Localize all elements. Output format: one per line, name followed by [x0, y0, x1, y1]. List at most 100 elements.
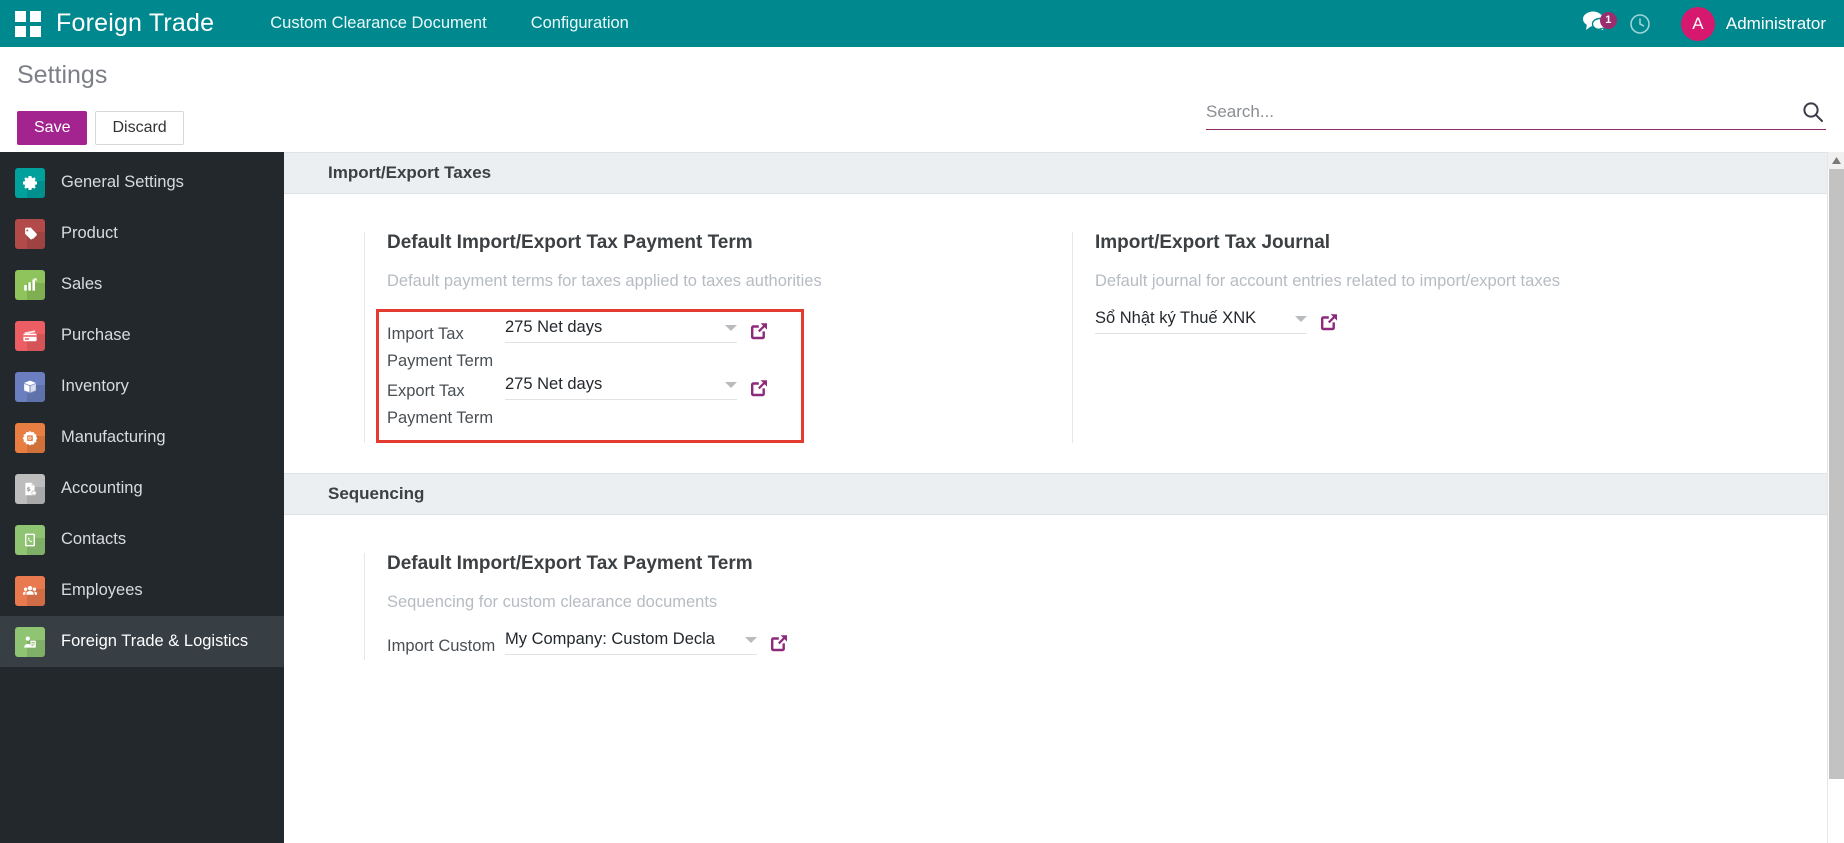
setting-col-default-tax-payment-term: Default Import/Export Tax Payment Term D… — [364, 232, 964, 443]
sidebar-item-manufacturing[interactable]: ⚙ Manufacturing — [0, 412, 284, 463]
invoice-dollar-icon: $ — [15, 473, 45, 504]
highlighted-fields-group: Import Tax Payment Term 275 Net days Exp… — [376, 309, 804, 443]
sidebar-item-sales[interactable]: Sales — [0, 259, 284, 310]
navbar-right: 1 A Administrator — [1573, 0, 1844, 47]
external-link-icon[interactable] — [767, 631, 791, 655]
search-input[interactable] — [1206, 102, 1800, 122]
setting-description: Sequencing for custom clearance document… — [387, 593, 718, 611]
bar-chart-icon — [15, 269, 45, 300]
trade-document-icon — [15, 626, 45, 657]
sidebar-item-employees[interactable]: Employees — [0, 565, 284, 616]
sidebar-item-inventory[interactable]: Inventory — [0, 361, 284, 412]
field-import-export-tax-journal: Sổ Nhật ký Thuế XNK — [1095, 309, 1672, 334]
sequencing-field-group: Import Custom My Company: Custom Decla — [387, 630, 964, 660]
sidebar-item-foreign-trade-logistics[interactable]: Foreign Trade & Logistics — [0, 616, 284, 667]
sidebar-item-purchase[interactable]: Purchase — [0, 310, 284, 361]
external-link-icon[interactable] — [747, 319, 771, 343]
page-title: Settings — [17, 61, 108, 89]
import-custom-sequence-select[interactable]: My Company: Custom Decla — [505, 630, 757, 655]
user-menu[interactable]: A Administrator — [1663, 6, 1826, 41]
vertical-scrollbar[interactable] — [1827, 152, 1844, 843]
search-bar — [1206, 101, 1826, 130]
tag-icon — [15, 218, 45, 249]
avatar: A — [1680, 6, 1715, 41]
credit-card-icon — [15, 320, 45, 351]
messages-button[interactable]: 1 — [1573, 10, 1617, 37]
field-control: 275 Net days — [505, 375, 771, 400]
selected-value: 275 Net days — [505, 375, 603, 393]
apps-grid-icon[interactable] — [0, 10, 56, 37]
action-buttons: Save Discard — [17, 111, 184, 145]
top-navbar: Foreign Trade Custom Clearance Document … — [0, 0, 1844, 47]
users-icon — [15, 575, 45, 606]
field-control: My Company: Custom Decla — [505, 630, 791, 655]
control-panel: Settings Save Discard — [0, 47, 1844, 152]
sidebar-item-label: Employees — [61, 581, 143, 599]
selected-value: My Company: Custom Decla — [505, 630, 715, 648]
field-control: Sổ Nhật ký Thuế XNK — [1095, 309, 1341, 334]
sidebar-item-product[interactable]: Product — [0, 208, 284, 259]
scroll-up-arrow-icon[interactable] — [1828, 152, 1844, 169]
setting-heading: Default Import/Export Tax Payment Term — [387, 553, 753, 574]
settings-content: Import/Export Taxes Default Import/Expor… — [284, 152, 1844, 843]
chevron-down-icon — [725, 324, 737, 331]
sidebar-item-accounting[interactable]: $ Accounting — [0, 463, 284, 514]
sidebar-item-label: Inventory — [61, 377, 129, 395]
setting-description: Default journal for account entries rela… — [1095, 272, 1560, 290]
save-button[interactable]: Save — [17, 111, 88, 145]
setting-description: Default payment terms for taxes applied … — [387, 272, 822, 290]
setting-heading: Default Import/Export Tax Payment Term — [387, 232, 753, 253]
setting-heading: Import/Export Tax Journal — [1095, 232, 1331, 253]
sidebar-item-contacts[interactable]: Contacts — [0, 514, 284, 565]
section-title-sequencing: Sequencing — [284, 473, 1844, 515]
external-link-icon[interactable] — [1317, 310, 1341, 334]
field-label: Import Custom — [387, 637, 496, 655]
selected-value: 275 Net days — [505, 318, 603, 336]
sidebar-item-label: Purchase — [61, 326, 131, 344]
sidebar-item-label: Manufacturing — [61, 428, 166, 446]
search-icon[interactable] — [1800, 101, 1826, 123]
sidebar-item-label: Accounting — [61, 479, 143, 497]
journal-field-group: Sổ Nhật ký Thuế XNK — [1095, 309, 1672, 334]
field-label: Export Tax Payment Term — [387, 382, 494, 427]
scroll-thumb[interactable] — [1829, 169, 1844, 779]
svg-text:$: $ — [26, 485, 31, 493]
chevron-down-icon — [725, 381, 737, 388]
import-export-tax-journal-select[interactable]: Sổ Nhật ký Thuế XNK — [1095, 309, 1307, 334]
sidebar-item-general-settings[interactable]: General Settings — [0, 157, 284, 208]
export-tax-payment-term-select[interactable]: 275 Net days — [505, 375, 737, 400]
selected-value: Sổ Nhật ký Thuế XNK — [1095, 309, 1257, 327]
phone-book-icon — [15, 524, 45, 555]
settings-sidebar: General Settings Product Sales Purchase — [0, 152, 284, 843]
messages-badge: 1 — [1599, 12, 1617, 29]
settings-block-import-export-taxes: Default Import/Export Tax Payment Term D… — [284, 194, 1844, 473]
sidebar-item-label: General Settings — [61, 173, 184, 191]
menu-item-configuration[interactable]: Configuration — [509, 0, 651, 47]
external-link-icon[interactable] — [747, 376, 771, 400]
body: General Settings Product Sales Purchase — [0, 152, 1844, 843]
setting-col-sequencing: Default Import/Export Tax Payment Term S… — [364, 553, 964, 660]
gear-cog-icon: ⚙ — [15, 422, 45, 453]
brand-title[interactable]: Foreign Trade — [56, 9, 248, 38]
chevron-down-icon — [745, 636, 757, 643]
sidebar-item-label: Sales — [61, 275, 103, 293]
field-label: Import Tax Payment Term — [387, 325, 494, 370]
clock-icon[interactable] — [1617, 13, 1663, 35]
field-control: 275 Net days — [505, 318, 771, 343]
gear-icon — [15, 167, 45, 198]
settings-block-sequencing: Default Import/Export Tax Payment Term S… — [284, 515, 1844, 690]
svg-text:⚙: ⚙ — [28, 435, 33, 441]
chevron-down-icon — [1295, 315, 1307, 322]
sidebar-item-label: Contacts — [61, 530, 127, 548]
discard-button[interactable]: Discard — [95, 111, 184, 145]
import-tax-payment-term-select[interactable]: 275 Net days — [505, 318, 737, 343]
sidebar-item-label: Foreign Trade & Logistics — [61, 632, 249, 650]
setting-col-import-export-tax-journal: Import/Export Tax Journal Default journa… — [1072, 232, 1672, 443]
field-export-tax-payment-term: Export Tax Payment Term 275 Net days — [387, 375, 793, 432]
app-root: Foreign Trade Custom Clearance Document … — [0, 0, 1844, 843]
field-import-tax-payment-term: Import Tax Payment Term 275 Net days — [387, 318, 793, 375]
field-import-custom: Import Custom My Company: Custom Decla — [387, 630, 964, 660]
box-icon — [15, 371, 45, 402]
section-title-import-export-taxes: Import/Export Taxes — [284, 152, 1844, 194]
menu-item-custom-clearance-document[interactable]: Custom Clearance Document — [248, 0, 508, 47]
